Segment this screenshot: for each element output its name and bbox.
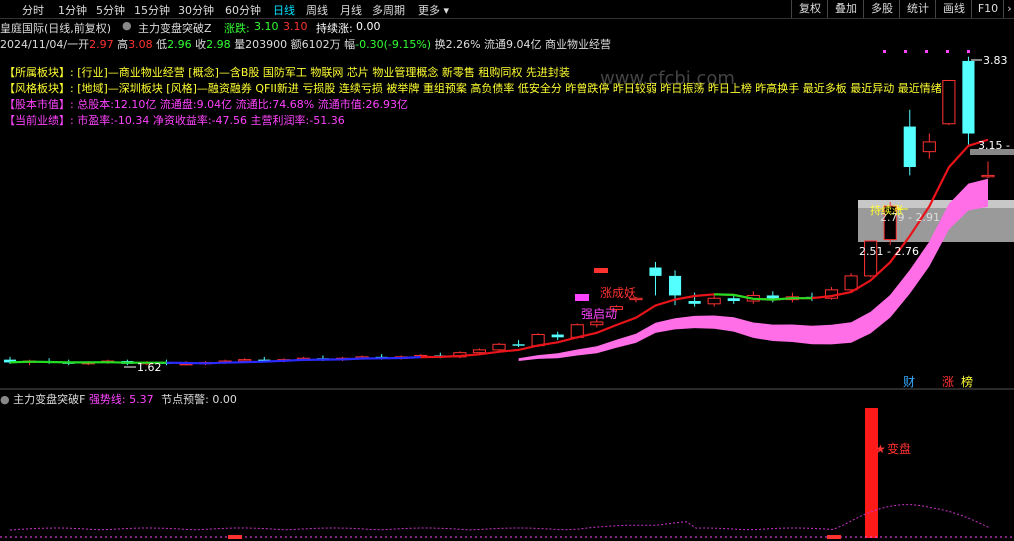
info-capital-label: 【股本市值】: (4, 98, 74, 111)
signal-dot (883, 50, 886, 53)
strong-line-value: 5.37 (129, 393, 154, 406)
candle-body (492, 343, 506, 351)
candle-body (688, 301, 701, 304)
breakout-star-icon: ★ (875, 442, 886, 456)
node-alert-label: 节点预警: (161, 393, 209, 406)
signal-dot (946, 50, 949, 53)
candle-body (981, 174, 995, 178)
candle-body (551, 334, 564, 338)
info-performance: 【当前业绩】: 市盈率:-10.34 净资收益率:-47.56 主营利润率:-5… (4, 112, 345, 128)
continue-tag: 持续涨 (870, 203, 903, 217)
node-alert-value: 0.00 (212, 393, 237, 406)
ma-blue-line (166, 356, 421, 365)
lower-panel-header: ● 主力变盘突破F 强势线: 5.37 节点预警: 0.00 (0, 391, 237, 407)
candle-body (707, 297, 721, 305)
zhang-marker (594, 268, 608, 273)
candle-body (922, 141, 936, 153)
signal-dot (925, 50, 928, 53)
signal-dot (967, 50, 970, 53)
candle-body (472, 349, 487, 354)
candle-body (512, 344, 525, 346)
qiang-qi-dong-label: 强启动 (581, 307, 617, 321)
info-capital-value: 总股本:12.10亿 流通盘:9.04亿 流通比:74.68% 流通市值:26.… (77, 98, 408, 111)
lower-indicator-name: 主力变盘突破F (13, 393, 86, 406)
small-bar (827, 535, 841, 539)
tag-cai[interactable]: 财 (903, 375, 915, 389)
low-price-label: 1.62 (137, 361, 162, 374)
info-performance-value: 市盈率:-10.34 净资收益率:-47.56 主营利润率:-51.36 (77, 114, 345, 127)
info-sector-label: 【所属板块】: (4, 66, 74, 79)
candle-body (238, 359, 252, 362)
range-mid-label: 2.51 - 2.76 (859, 245, 919, 258)
strong-line-label: 强势线: (88, 393, 126, 406)
info-style-value: [地域]—深圳板块 [风格]—融资融券 QFII新进 亏损股 连续亏损 被举牌 … (77, 82, 942, 95)
qidong-marker (575, 294, 589, 301)
tag-zhang[interactable]: 涨 (942, 374, 954, 389)
candle-body (590, 321, 604, 326)
tag-bang[interactable]: 榜 (961, 374, 973, 389)
info-style: 【风格板块】: [地域]—深圳板块 [风格]—融资融券 QFII新进 亏损股 连… (4, 80, 1014, 96)
zhang-cheng-yao-label: 涨成妖 (600, 285, 636, 300)
info-sector-value: [行业]—商业物业经营 [概念]—含B股 国防军工 物联网 芯片 物业管理概念 … (77, 66, 570, 79)
candle-body (844, 275, 858, 291)
strong-trend-line (9, 504, 991, 531)
small-bar (228, 535, 242, 539)
signal-dots (883, 50, 970, 53)
range-top-label: 3.15 - 3 (978, 139, 1014, 152)
signal-dot (904, 50, 907, 53)
breakout-bar (865, 408, 878, 538)
info-style-label: 【风格板块】: (4, 82, 74, 95)
breakout-label: 变盘 (887, 441, 911, 456)
settings-icon[interactable]: ● (0, 393, 10, 406)
candle-body (903, 126, 916, 168)
info-sector: 【所属板块】: [行业]—商业物业经营 [概念]—含B股 国防军工 物联网 芯片… (4, 64, 570, 80)
candle-body (727, 298, 740, 302)
info-performance-label: 【当前业绩】: (4, 114, 74, 127)
high-price-label: 3.83 (983, 54, 1008, 67)
candle-body (668, 275, 682, 296)
candle-body (962, 60, 975, 134)
info-capital: 【股本市值】: 总股本:12.10亿 流通盘:9.04亿 流通比:74.68% … (4, 96, 408, 112)
candle-body (649, 267, 662, 276)
